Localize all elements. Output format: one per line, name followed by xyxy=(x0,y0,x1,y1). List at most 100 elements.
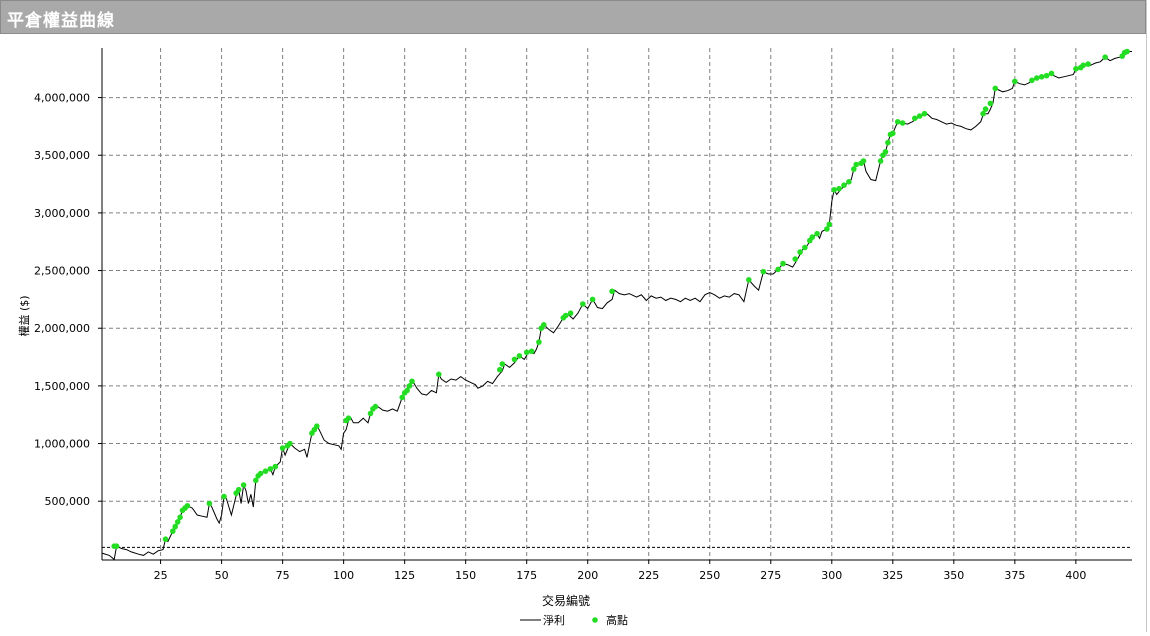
high-point-marker xyxy=(528,348,535,355)
x-tick-label: 400 xyxy=(1065,569,1086,582)
high-point-marker xyxy=(846,179,852,185)
x-tick-label: 300 xyxy=(821,569,842,582)
high-point-marker xyxy=(1073,66,1079,72)
x-tick-label: 375 xyxy=(1004,569,1025,582)
high-point-marker xyxy=(987,100,994,107)
high-point-marker xyxy=(1034,75,1040,81)
high-point-marker xyxy=(1043,72,1050,79)
high-point-marker xyxy=(609,288,615,295)
high-point-marker xyxy=(267,466,274,472)
high-point-marker xyxy=(523,349,530,356)
net-profit-line xyxy=(101,51,1132,561)
high-point-marker xyxy=(831,187,837,193)
high-point-marker xyxy=(162,536,169,542)
y-tick-label: 1,500,000 xyxy=(34,380,90,393)
high-point-marker xyxy=(1048,70,1055,77)
high-point-marker xyxy=(1038,74,1045,80)
high-point-marker xyxy=(760,268,767,275)
equity-curve-chart: 25 50 75 100 125 150 175 200 225 250 275 300 325 350 3… xyxy=(17,48,1132,627)
panel-right-border xyxy=(1146,0,1147,632)
x-tick-label: 100 xyxy=(333,569,354,582)
y-tick-label: 1,000,000 xyxy=(34,438,90,451)
x-tick-label: 75 xyxy=(276,569,290,582)
x-tick-label: 275 xyxy=(760,569,781,582)
high-point-marker xyxy=(516,353,523,359)
chart-area: 25 50 75 100 125 150 175 200 225 250 275 300 325 350 3… xyxy=(0,34,1146,632)
x-tick-label: 50 xyxy=(215,569,229,582)
x-tick-label: 200 xyxy=(577,569,598,582)
high-point-marker xyxy=(436,371,442,378)
high-point-marker xyxy=(797,249,803,255)
high-point-marker xyxy=(1029,77,1035,84)
y-tick-label: 500,000 xyxy=(45,495,91,508)
y-tick-label: 2,500,000 xyxy=(34,265,90,278)
high-point-marker xyxy=(409,378,415,385)
high-point-marker xyxy=(802,244,808,251)
y-tick-label: 3,000,000 xyxy=(34,207,90,220)
high-point-marker xyxy=(1085,61,1091,67)
high-point-marker xyxy=(177,514,183,521)
x-tick-label: 25 xyxy=(154,569,168,582)
y-tick-label: 2,000,000 xyxy=(34,322,90,335)
high-point-marker xyxy=(882,149,889,155)
high-point-marker xyxy=(916,113,923,119)
x-tick-label: 125 xyxy=(394,569,415,582)
x-tick-label: 175 xyxy=(516,569,537,582)
high-point-marker xyxy=(497,366,503,373)
high-point-marker xyxy=(562,312,569,319)
high-point-marker xyxy=(1124,48,1130,55)
high-point-marker xyxy=(257,470,264,477)
y-tick-label: 3,500,000 xyxy=(34,149,90,162)
high-point-marker xyxy=(746,277,752,283)
x-tick-label: 250 xyxy=(699,569,720,582)
high-point-marker xyxy=(206,500,213,507)
high-point-marker xyxy=(912,115,918,122)
high-point-marker xyxy=(580,301,586,307)
high-point-marker xyxy=(536,339,542,345)
high-point-marker xyxy=(992,85,999,92)
series-group xyxy=(101,48,1132,561)
high-point-marker xyxy=(826,221,833,228)
high-point-marker xyxy=(272,463,279,470)
chart-title-bar: 平倉權益曲線 xyxy=(0,0,1146,34)
high-point-marker xyxy=(314,423,320,430)
x-axis-label: 交易編號 xyxy=(542,593,590,608)
high-point-marker xyxy=(221,493,227,500)
y-tick-label: 4,000,000 xyxy=(34,92,90,105)
high-point-marker xyxy=(567,310,574,317)
high-point-marker xyxy=(775,266,781,273)
high-point-marker xyxy=(792,256,798,262)
high-point-marker xyxy=(1080,62,1086,69)
x-tick-label: 225 xyxy=(638,569,659,582)
x-tick-label: 150 xyxy=(455,569,476,582)
legend-label-net-profit: 淨利 xyxy=(543,614,565,627)
high-point-marker xyxy=(240,482,247,488)
high-point-marker xyxy=(885,139,891,146)
high-point-marker xyxy=(541,322,547,328)
high-point-marker xyxy=(279,445,286,451)
high-point-marker xyxy=(372,403,379,410)
high-point-marker xyxy=(982,106,989,112)
high-point-marker xyxy=(511,356,518,363)
high-point-marker xyxy=(899,120,906,126)
x-tick-label: 325 xyxy=(882,569,903,582)
legend-marker-swatch xyxy=(592,617,598,623)
high-point-marker xyxy=(345,415,352,422)
chart-title: 平倉權益曲線 xyxy=(7,11,115,31)
legend: 淨利 高點 xyxy=(520,613,628,627)
y-axis-label: 權益 ($) xyxy=(17,295,31,336)
high-point-marker xyxy=(853,161,859,168)
high-point-marker xyxy=(841,182,847,188)
high-point-marker xyxy=(890,130,896,137)
high-point-marker xyxy=(113,543,120,549)
high-point-marker xyxy=(589,296,596,303)
high-point-marker xyxy=(836,185,842,192)
high-point-marker xyxy=(780,260,786,267)
high-point-marker xyxy=(860,158,867,164)
high-point-marker xyxy=(1102,54,1108,60)
legend-label-highs: 高點 xyxy=(606,613,628,627)
high-point-marker xyxy=(921,110,928,117)
high-point-marker xyxy=(809,234,816,240)
high-point-marker xyxy=(877,158,884,164)
high-point-marker xyxy=(894,119,901,125)
